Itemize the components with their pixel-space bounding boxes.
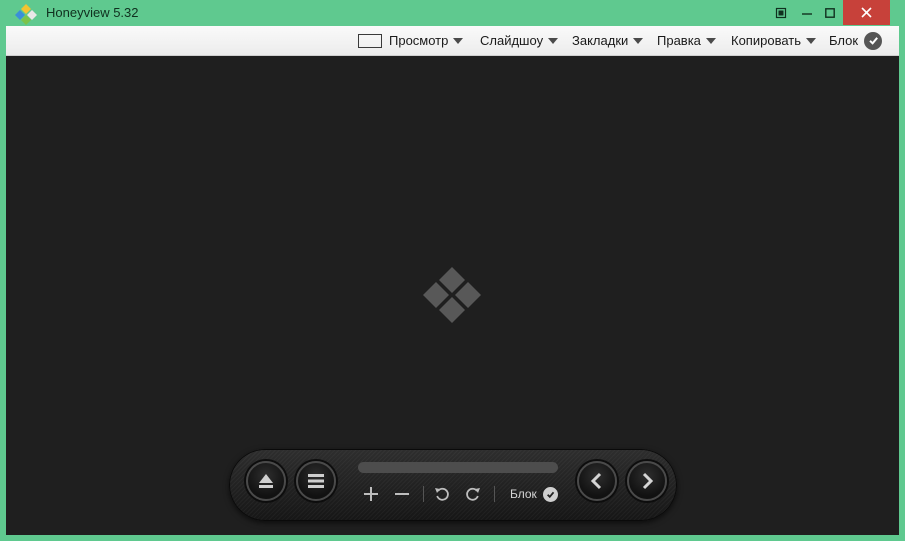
image-viewer[interactable]: Блок bbox=[6, 56, 899, 535]
separator bbox=[494, 486, 495, 502]
minimize-icon bbox=[802, 12, 812, 15]
maximize-button[interactable] bbox=[818, 0, 842, 25]
rotate-right-button[interactable] bbox=[463, 483, 483, 505]
block-toggle-label: Блок bbox=[510, 487, 537, 501]
caret-down-icon bbox=[548, 37, 559, 44]
honeyview-placeholder-icon bbox=[423, 267, 481, 323]
menu-edit[interactable]: Правка bbox=[657, 26, 716, 55]
previous-image-button[interactable] bbox=[577, 461, 617, 501]
honeyview-logo-icon bbox=[15, 4, 37, 25]
caret-down-icon bbox=[705, 37, 716, 44]
menu-view-label: Просмотр bbox=[389, 33, 449, 48]
fullscreen-icon bbox=[358, 33, 382, 48]
fit-window-button[interactable] bbox=[766, 0, 796, 25]
next-image-button[interactable] bbox=[627, 461, 667, 501]
window-title: Honeyview 5.32 bbox=[46, 5, 139, 20]
hamburger-icon bbox=[308, 474, 324, 488]
menu-copy-label: Копировать bbox=[731, 33, 801, 48]
rotate-left-button[interactable] bbox=[432, 483, 452, 505]
maximize-icon bbox=[825, 7, 835, 18]
open-file-button[interactable] bbox=[246, 461, 286, 501]
check-circle-icon bbox=[542, 486, 558, 502]
navigation-slider[interactable] bbox=[358, 462, 558, 473]
minimize-button[interactable] bbox=[796, 0, 818, 25]
control-panel: Блок bbox=[229, 449, 677, 521]
menu-bar: Просмотр Слайдшоу Закладки Правка Копиро… bbox=[6, 26, 899, 56]
fit-screen-icon bbox=[775, 7, 787, 18]
minus-icon bbox=[395, 493, 409, 495]
app-window: Honeyview 5.32 Просмотр Слайдшоу Закладк… bbox=[0, 0, 905, 541]
menu-block[interactable]: Блок bbox=[829, 26, 883, 55]
menu-block-label: Блок bbox=[829, 33, 859, 48]
close-icon bbox=[861, 7, 872, 18]
menu-view[interactable]: Просмотр bbox=[358, 26, 464, 55]
caret-down-icon bbox=[806, 37, 816, 44]
menu-bookmarks[interactable]: Закладки bbox=[572, 26, 644, 55]
separator bbox=[423, 486, 424, 502]
zoom-out-button[interactable] bbox=[393, 483, 411, 505]
eject-icon bbox=[259, 474, 273, 488]
title-bar: Honeyview 5.32 bbox=[0, 0, 905, 26]
plus-icon bbox=[364, 487, 378, 501]
check-circle-icon bbox=[864, 31, 883, 50]
rotate-right-icon bbox=[466, 487, 480, 501]
menu-copy[interactable]: Копировать bbox=[731, 26, 816, 55]
chevron-right-icon bbox=[642, 472, 654, 490]
chevron-left-icon bbox=[590, 472, 602, 490]
menu-slideshow-label: Слайдшоу bbox=[480, 33, 544, 48]
block-toggle[interactable]: Блок bbox=[510, 485, 558, 503]
main-menu-button[interactable] bbox=[296, 461, 336, 501]
close-button[interactable] bbox=[843, 0, 890, 25]
menu-slideshow[interactable]: Слайдшоу bbox=[480, 26, 559, 55]
menu-edit-label: Правка bbox=[657, 33, 701, 48]
caret-down-icon bbox=[633, 37, 644, 44]
caret-down-icon bbox=[453, 37, 464, 44]
menu-bookmarks-label: Закладки bbox=[572, 33, 629, 48]
rotate-left-icon bbox=[435, 487, 449, 501]
zoom-in-button[interactable] bbox=[362, 483, 380, 505]
